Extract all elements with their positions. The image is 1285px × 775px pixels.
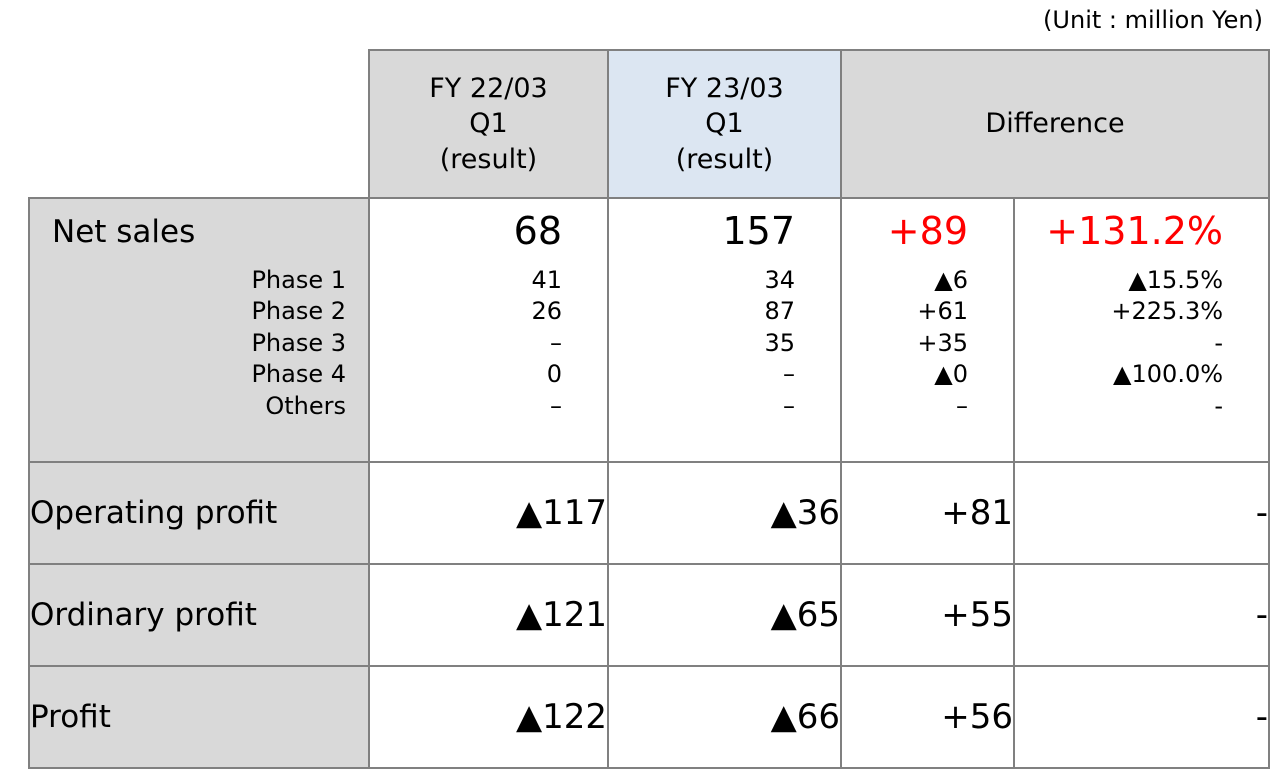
- header-fy23: FY 23/03 Q1 (result): [607, 49, 842, 199]
- net-sales-sub-labels: Phase 1 Phase 2 Phase 3 Phase 4 Others: [251, 265, 346, 422]
- ordinary-profit-diff-abs: +55: [840, 563, 1015, 667]
- header-fy22-line3: (result): [439, 143, 538, 175]
- net-sales-fy22-phase-2: 26: [531, 297, 562, 326]
- net-sales-label-cell: Net sales Phase 1 Phase 2 Phase 3 Phase …: [28, 197, 370, 463]
- net-sales-fy23-phase-3: 35: [764, 328, 795, 357]
- net-sales-diff-abs-phase-4: ▲0: [934, 360, 968, 389]
- net-sales-diff-abs-total: +89: [887, 209, 968, 253]
- sub-label-phase-3: Phase 3: [251, 328, 346, 357]
- net-sales-fy22-phase-3: –: [550, 328, 562, 357]
- net-sales-fy22-phase-4: 0: [546, 360, 562, 389]
- ordinary-profit-diff-pct: -: [1012, 563, 1271, 667]
- sub-label-phase-1: Phase 1: [251, 266, 346, 294]
- operating-profit-fy23: ▲36: [607, 461, 842, 565]
- net-sales-diff-abs-others: –: [956, 391, 968, 420]
- net-sales-fy22-total: 68: [513, 209, 562, 253]
- net-sales-title: Net sales: [52, 214, 196, 250]
- table-row-profit: Profit ▲122 ▲66 +56 -: [28, 665, 1271, 769]
- net-sales-diff-pct-cell: +131.2% ▲15.5% +225.3% - ▲100.0% -: [1012, 197, 1271, 463]
- row-label-profit: Profit: [28, 665, 370, 769]
- net-sales-fy22-phase-1: 41: [531, 266, 562, 294]
- row-label-ordinary-profit: Ordinary profit: [28, 563, 370, 667]
- net-sales-diff-abs-phase-1: ▲6: [934, 266, 968, 294]
- net-sales-diff-pct-total: +131.2%: [1046, 209, 1224, 253]
- net-sales-diff-pct-phase-2: +225.3%: [1111, 297, 1224, 326]
- net-sales-fy23-cell: 157 34 87 35 – –: [607, 197, 842, 463]
- net-sales-diff-abs-subs: ▲6 +61 +35 ▲0 –: [917, 265, 968, 422]
- net-sales-diff-abs-phase-3: +35: [917, 328, 968, 357]
- header-fy22-line2: Q1: [469, 108, 508, 140]
- net-sales-fy23-subs: 34 87 35 – –: [764, 265, 795, 422]
- net-sales-fy22-subs: 41 26 – 0 –: [531, 265, 562, 422]
- net-sales-diff-pct-phase-1: ▲15.5%: [1128, 266, 1224, 294]
- header-fy22-line1: FY 22/03: [429, 73, 548, 105]
- profit-fy22: ▲122: [368, 665, 609, 769]
- net-sales-diff-abs-cell: +89 ▲6 +61 +35 ▲0 –: [840, 197, 1015, 463]
- slide-page: (Unit : million Yen) FY 22/03 Q1 (result…: [0, 0, 1285, 775]
- net-sales-diff-pct-subs: ▲15.5% +225.3% - ▲100.0% -: [1111, 265, 1223, 422]
- net-sales-fy23-others: –: [783, 391, 795, 420]
- table-row-ordinary-profit: Ordinary profit ▲121 ▲65 +55 -: [28, 563, 1271, 667]
- ordinary-profit-fy22: ▲121: [368, 563, 609, 667]
- table-header-row: FY 22/03 Q1 (result) FY 23/03 Q1 (result…: [29, 49, 1271, 199]
- profit-fy23: ▲66: [607, 665, 842, 769]
- header-fy22: FY 22/03 Q1 (result): [368, 49, 609, 199]
- sub-label-phase-2: Phase 2: [251, 297, 346, 326]
- unit-caption: (Unit : million Yen): [1043, 6, 1263, 34]
- header-fy23-line3: (result): [675, 143, 774, 175]
- net-sales-fy23-phase-4: –: [783, 360, 795, 389]
- sub-label-phase-4: Phase 4: [251, 360, 346, 389]
- header-fy23-line2: Q1: [705, 108, 744, 140]
- ordinary-profit-fy23: ▲65: [607, 563, 842, 667]
- header-corner-blank: [29, 50, 370, 199]
- operating-profit-fy22: ▲117: [368, 461, 609, 565]
- operating-profit-diff-pct: -: [1012, 461, 1271, 565]
- net-sales-diff-abs-phase-2: +61: [917, 297, 968, 326]
- operating-profit-diff-abs: +81: [840, 461, 1015, 565]
- header-difference: Difference: [839, 49, 1271, 199]
- profit-diff-abs: +56: [840, 665, 1015, 769]
- sub-label-others: Others: [265, 391, 346, 420]
- net-sales-diff-pct-others: -: [1214, 391, 1224, 420]
- row-label-operating-profit: Operating profit: [28, 461, 370, 565]
- financial-summary-table: FY 22/03 Q1 (result) FY 23/03 Q1 (result…: [28, 49, 1271, 769]
- table-row-net-sales: Net sales Phase 1 Phase 2 Phase 3 Phase …: [28, 197, 1271, 463]
- net-sales-fy23-phase-1: 34: [764, 266, 795, 294]
- header-fy23-line1: FY 23/03: [665, 73, 784, 105]
- table-row-operating-profit: Operating profit ▲117 ▲36 +81 -: [28, 461, 1271, 565]
- net-sales-fy22-cell: 68 41 26 – 0 –: [368, 197, 609, 463]
- profit-diff-pct: -: [1012, 665, 1271, 769]
- net-sales-diff-pct-phase-4: ▲100.0%: [1113, 360, 1224, 389]
- net-sales-diff-pct-phase-3: -: [1214, 328, 1224, 357]
- net-sales-fy22-others: –: [550, 391, 562, 420]
- net-sales-fy23-total: 157: [722, 209, 795, 253]
- net-sales-fy23-phase-2: 87: [764, 297, 795, 326]
